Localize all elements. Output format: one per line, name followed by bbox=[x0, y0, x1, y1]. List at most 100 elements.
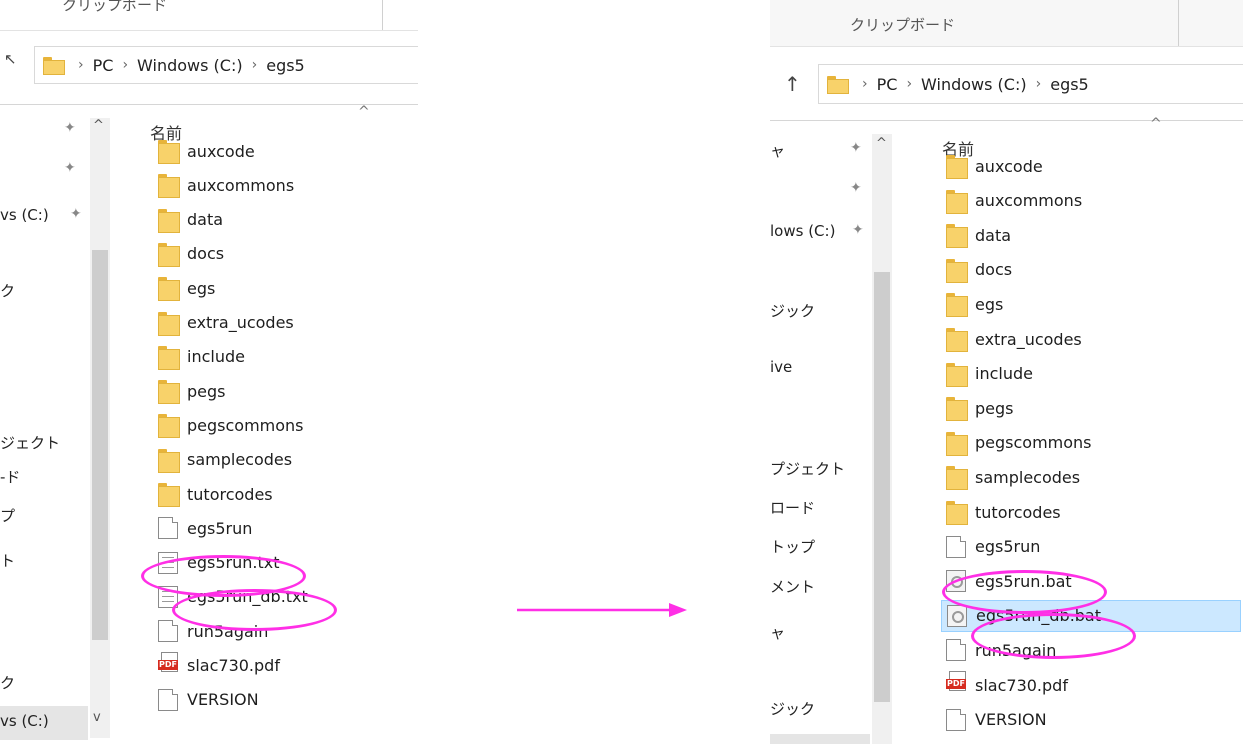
chevron-right-icon: › bbox=[1035, 76, 1042, 92]
nav-item[interactable]: トップ bbox=[770, 536, 815, 557]
file-icon bbox=[946, 535, 966, 558]
nav-scrollbar-thumb[interactable] bbox=[874, 272, 890, 702]
breadcrumb-folder[interactable]: egs5 bbox=[1050, 75, 1089, 94]
breadcrumb-drive[interactable]: Windows (C:) bbox=[921, 75, 1027, 94]
file-row[interactable]: tutorcodes bbox=[946, 496, 1061, 528]
nav-selected-bg bbox=[770, 734, 870, 744]
file-row[interactable]: docs bbox=[946, 254, 1012, 286]
folder-icon bbox=[946, 466, 968, 491]
nav-item[interactable]: ロード bbox=[770, 497, 815, 518]
pdf-badge: PDF bbox=[158, 659, 178, 670]
nav-item[interactable]: ジック bbox=[770, 300, 815, 321]
breadcrumb-pc[interactable]: PC bbox=[93, 56, 114, 75]
chevron-right-icon: › bbox=[78, 57, 84, 73]
scroll-up-icon[interactable]: ^ bbox=[876, 136, 887, 151]
nav-item[interactable]: -ド bbox=[0, 466, 20, 487]
file-row[interactable]: pegscommons bbox=[946, 427, 1092, 459]
file-row[interactable]: samplecodes bbox=[946, 461, 1080, 493]
file-icon bbox=[946, 639, 966, 662]
file-row[interactable]: tutorcodes bbox=[158, 478, 273, 510]
pdf-icon: PDF bbox=[946, 671, 966, 696]
file-row[interactable]: auxcommons bbox=[158, 169, 294, 201]
highlight-ellipse bbox=[971, 613, 1136, 659]
sort-caret-icon: ^ bbox=[1150, 116, 1162, 132]
nav-item[interactable]: ト bbox=[0, 550, 15, 571]
nav-item[interactable]: プ bbox=[0, 505, 15, 526]
file-name: tutorcodes bbox=[975, 502, 1061, 522]
nav-scrollbar-thumb[interactable] bbox=[92, 250, 108, 640]
folder-icon bbox=[946, 362, 968, 387]
folder-icon bbox=[158, 380, 180, 405]
nav-item[interactable]: ャ bbox=[770, 622, 785, 643]
file-name: VERSION bbox=[975, 710, 1047, 730]
file-name: extra_ucodes bbox=[187, 313, 294, 332]
file-row[interactable]: extra_ucodes bbox=[946, 323, 1082, 355]
file-row[interactable]: pegscommons bbox=[158, 409, 304, 441]
back-arrow-icon[interactable]: ↖ bbox=[4, 52, 17, 67]
ribbon-border bbox=[0, 30, 418, 31]
breadcrumb-folder[interactable]: egs5 bbox=[266, 56, 305, 75]
chevron-right-icon: › bbox=[122, 57, 129, 73]
file-icon bbox=[946, 708, 966, 731]
scroll-up-icon[interactable]: ^ bbox=[93, 118, 104, 133]
ribbon-separator bbox=[1178, 0, 1179, 46]
file-row[interactable]: docs bbox=[158, 238, 224, 270]
breadcrumb-drive[interactable]: Windows (C:) bbox=[137, 56, 243, 75]
file-row[interactable]: egs5run bbox=[946, 531, 1040, 563]
file-row[interactable]: extra_ucodes bbox=[158, 307, 294, 339]
file-row[interactable]: include bbox=[946, 358, 1033, 390]
nav-item[interactable]: プジェクト bbox=[770, 458, 845, 479]
folder-icon bbox=[158, 345, 180, 370]
nav-item[interactable]: ジェクト bbox=[0, 432, 60, 453]
file-row[interactable]: auxcommons bbox=[946, 185, 1082, 217]
file-name: data bbox=[975, 225, 1012, 245]
transition-arrow-icon bbox=[517, 603, 687, 617]
file-row[interactable]: VERSION bbox=[946, 704, 1047, 736]
highlight-ellipse bbox=[172, 589, 337, 631]
nav-item-drive-selected[interactable]: vs (C:) bbox=[0, 712, 49, 730]
file-row[interactable]: include bbox=[158, 341, 245, 373]
folder-icon bbox=[946, 397, 968, 422]
file-row[interactable]: VERSION bbox=[158, 684, 259, 716]
file-row[interactable]: pegs bbox=[158, 375, 226, 407]
folder-icon bbox=[946, 431, 968, 456]
nav-item[interactable]: メント bbox=[770, 576, 815, 597]
nav-item[interactable]: ク bbox=[0, 672, 15, 693]
file-row[interactable]: data bbox=[946, 219, 1011, 251]
batch-file-icon bbox=[947, 604, 967, 627]
scroll-down-icon[interactable]: v bbox=[93, 710, 101, 725]
address-bar[interactable]: › PC › Windows (C:) › egs5 bbox=[34, 46, 418, 84]
file-name: auxcommons bbox=[187, 175, 295, 195]
file-row[interactable]: data bbox=[158, 204, 223, 236]
folder-icon bbox=[158, 242, 180, 267]
file-name: pegs bbox=[975, 398, 1014, 418]
file-icon bbox=[158, 620, 178, 643]
file-row[interactable]: PDF slac730.pdf bbox=[946, 669, 1068, 701]
nav-item-drive[interactable]: lows (C:) bbox=[770, 222, 835, 240]
file-row[interactable]: samplecodes bbox=[158, 444, 292, 476]
file-row[interactable]: PDF slac730.pdf bbox=[158, 650, 280, 682]
folder-icon bbox=[946, 328, 968, 352]
nav-item[interactable]: ク bbox=[0, 280, 15, 301]
file-name: samplecodes bbox=[975, 467, 1081, 487]
file-name: docs bbox=[187, 244, 225, 264]
nav-item[interactable]: ive bbox=[770, 358, 792, 376]
file-row[interactable]: pegs bbox=[946, 392, 1014, 424]
file-row[interactable]: egs bbox=[946, 288, 1003, 320]
folder-icon bbox=[827, 76, 849, 94]
file-row[interactable]: egs bbox=[158, 272, 215, 304]
nav-item-drive[interactable]: vs (C:) bbox=[0, 206, 49, 224]
folder-icon bbox=[946, 501, 968, 525]
file-name: pegscommons bbox=[975, 433, 1092, 453]
breadcrumb-pc[interactable]: PC bbox=[877, 75, 898, 94]
nav-item[interactable]: ャ bbox=[770, 140, 785, 161]
up-arrow-icon[interactable]: ↑ bbox=[784, 74, 801, 94]
explorer-after: クリップボード ↑ › PC › Windows (C:) › egs5 ^ ✦… bbox=[770, 0, 1243, 744]
file-row[interactable]: auxcode bbox=[946, 150, 1043, 182]
file-row[interactable]: auxcode bbox=[158, 135, 255, 167]
file-icon bbox=[158, 688, 178, 711]
pin-icon: ✦ bbox=[850, 180, 862, 196]
file-row[interactable]: egs5run bbox=[158, 512, 252, 544]
nav-item[interactable]: ジック bbox=[770, 698, 815, 719]
address-bar[interactable]: › PC › Windows (C:) › egs5 bbox=[818, 64, 1243, 104]
